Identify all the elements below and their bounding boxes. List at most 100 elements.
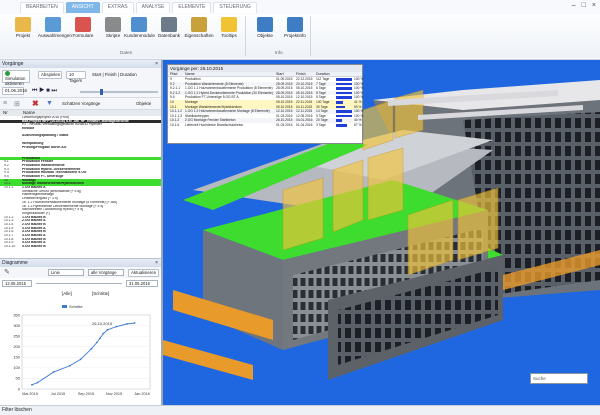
- formulare-button[interactable]: Formulare: [68, 17, 98, 38]
- y-tick-label: 100: [13, 365, 20, 370]
- speed-field[interactable]: 10 Tage/s: [66, 71, 86, 83]
- data-point: [106, 328, 109, 331]
- close-icon[interactable]: ×: [155, 259, 158, 267]
- progress-bar: [336, 100, 343, 104]
- search-input[interactable]: Suche: [530, 373, 588, 384]
- selection-sets-icon: [45, 17, 61, 32]
- chart-annotation: 26.10.2015: [92, 321, 113, 326]
- projekt-button[interactable]: Projekt: [8, 17, 38, 38]
- date-field[interactable]: 01.06.2016: [2, 87, 27, 95]
- y-tick-label: 200: [13, 344, 20, 349]
- ribbon-button-label: Projekt: [15, 33, 31, 38]
- close-icon[interactable]: ×: [155, 60, 158, 68]
- simulation-button[interactable]: Simulation aktivieren: [2, 70, 30, 86]
- update-button[interactable]: Aktualisieren: [128, 269, 159, 277]
- ribbon-button-label: Skripte: [105, 33, 121, 38]
- data-point: [52, 371, 55, 373]
- tab-ansicht[interactable]: ANSICHT: [65, 2, 100, 13]
- data-point: [95, 341, 98, 344]
- data-point: [126, 322, 128, 325]
- scripts-icon: [105, 17, 121, 32]
- project-info-icon: [287, 17, 303, 32]
- y-tick-label: 150: [13, 355, 20, 360]
- vorgaenge-popup: Vorgänge per: 26.10.2015 Pfad Name Start…: [167, 64, 363, 144]
- ribbon-button-label: Formulare: [72, 33, 94, 38]
- left-panel: Vorgänge × Simulation aktivieren Abspiele…: [0, 60, 163, 405]
- data-point: [115, 325, 118, 328]
- ribbon-button-label: Auswahlmengen: [38, 33, 72, 38]
- progress-bar: [336, 110, 352, 113]
- tree-row[interactable]: 10.1.10 5.OG Bauteil B: [0, 245, 161, 249]
- progress-bar: [336, 119, 343, 122]
- x-tick-label: Sep 2015: [78, 392, 94, 396]
- close-icon[interactable]: ×: [592, 2, 596, 9]
- tree-row-nr: 10.1.10: [4, 245, 16, 249]
- plot-area: [21, 314, 151, 390]
- kundenmodule-button[interactable]: Kundenmodule: [124, 17, 155, 38]
- popup-cell-pct: 67 %: [354, 122, 362, 127]
- simulation-toolbar: Simulation aktivieren Abspielen 10 Tage/…: [0, 68, 161, 98]
- delete-icon[interactable]: ✖: [32, 99, 39, 108]
- progress-bar: [336, 91, 352, 95]
- abspielen-button[interactable]: Abspielen: [38, 71, 62, 79]
- tooltips-icon: [221, 17, 237, 32]
- data-point: [133, 322, 136, 324]
- slider-handle[interactable]: [100, 89, 103, 95]
- y-tick-label: 50: [16, 376, 21, 381]
- auswahlmengen-button[interactable]: Auswahlmengen: [38, 17, 72, 38]
- y-tick-label: 250: [13, 333, 20, 338]
- timeline-slider[interactable]: [80, 89, 158, 95]
- eigenschaften-button[interactable]: Eigenschaften: [184, 17, 214, 38]
- data-point: [68, 364, 71, 367]
- tab-extras[interactable]: EXTRAS: [101, 2, 134, 13]
- ribbon-separator: [245, 16, 246, 56]
- expand-icon[interactable]: ⊞: [14, 100, 20, 108]
- stop-icon[interactable]: ■: [46, 88, 50, 94]
- end-date-field[interactable]: 31.05.2016: [126, 280, 158, 287]
- tree-toolbar: ≡ ⊞ ✖ ▼ Schätzen Vorgänge Objekte: [0, 98, 161, 110]
- start-finish-label: Start | Finish | Duration: [92, 72, 137, 77]
- properties-icon: [191, 17, 207, 32]
- y-tick-label: 300: [13, 323, 20, 328]
- alle-label: [Alle]: [62, 291, 72, 296]
- play-icon[interactable]: ▶: [39, 88, 44, 94]
- tab-steuerung[interactable]: STEUERUNG: [213, 2, 257, 13]
- skip-back-icon[interactable]: ⏮: [32, 88, 37, 94]
- progress-bar: [336, 105, 346, 109]
- data-point: [36, 381, 39, 384]
- ribbon-group-label: Daten: [120, 50, 133, 55]
- date-range-slider[interactable]: [36, 283, 122, 284]
- popup-rows: 9 Produktion 01.09.2015 22.12.2015 112 Tage 1…: [168, 77, 363, 128]
- diagramm-panel-title: Diagramme ×: [0, 259, 161, 267]
- objekte-button[interactable]: Objekte: [250, 17, 280, 38]
- ribbon-button-label: Objekte: [257, 33, 273, 38]
- chart-type-select[interactable]: Linie: [48, 269, 84, 276]
- ribbon-body: Projekt Auswahlmengen Formulare Skripte Kund…: [0, 14, 600, 58]
- ribbon-separator: [310, 16, 311, 56]
- projektinfo-button[interactable]: Projektinfo: [280, 17, 310, 38]
- mode-select[interactable]: alle Vorgänge: [88, 269, 124, 276]
- maximize-icon[interactable]: □: [582, 2, 586, 9]
- minimize-icon[interactable]: –: [572, 2, 576, 9]
- edit-icon[interactable]: ✎: [4, 268, 10, 276]
- start-date-field[interactable]: 12.05.2015: [2, 280, 32, 287]
- popup-cell-pfad: 10.1.6: [170, 122, 180, 127]
- x-tick-label: Mai 2015: [22, 392, 38, 396]
- popup-cell-dur: 3 Tage: [316, 122, 326, 127]
- collapse-icon[interactable]: ≡: [3, 100, 7, 107]
- playback-controls[interactable]: ⏮ ▶ ■ ⏭: [32, 88, 57, 95]
- filter-icon[interactable]: ▼: [46, 100, 53, 107]
- tab-bearbeiten[interactable]: BEARBEITEN: [20, 2, 64, 13]
- skip-forward-icon[interactable]: ⏭: [51, 88, 56, 94]
- status-bar: Filter löschen: [0, 405, 600, 415]
- tab-analyse[interactable]: ANALYSE: [135, 2, 171, 13]
- vorgaenge-panel-title: Vorgänge ×: [0, 60, 161, 68]
- tab-elemente[interactable]: ELEMENTE: [172, 2, 212, 13]
- datenbank-button[interactable]: Datenbank: [154, 17, 184, 38]
- ribbon-button-label: Projektinfo: [284, 33, 306, 38]
- tree-rows: Lancierungsprojekt 2016 (Pilot) BIM BIM-Pr…: [0, 116, 161, 249]
- popup-row[interactable]: 10.1.6 Lieferzeit Hochdecke Brandschutzbe…: [168, 123, 362, 128]
- data-point: [31, 383, 33, 386]
- tooltips-button[interactable]: Tooltips: [214, 17, 244, 38]
- progress-bar: [336, 114, 352, 118]
